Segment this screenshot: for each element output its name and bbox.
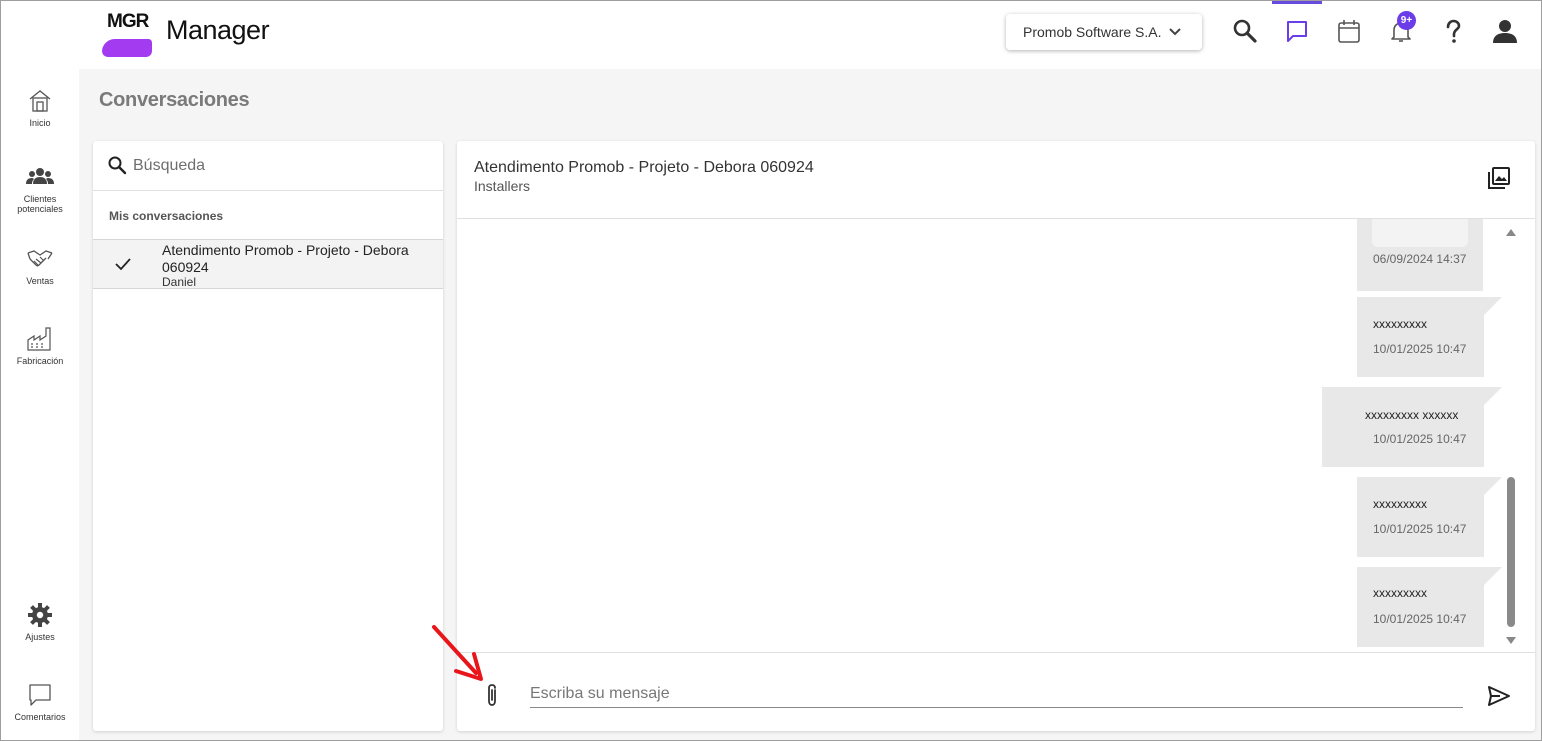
nav-label: Comentarios xyxy=(14,712,66,722)
message-time: 10/01/2025 10:47 xyxy=(1373,522,1467,536)
message-scrollbar[interactable] xyxy=(1503,225,1517,649)
message-text: xxxxxxxxx xxxxxx xyxy=(1365,408,1459,422)
nav-item-ajustes[interactable]: Ajustes xyxy=(1,601,79,642)
message-time: 10/01/2025 10:47 xyxy=(1373,432,1467,446)
scroll-thumb[interactable] xyxy=(1507,477,1515,627)
chat-subtitle: Installers xyxy=(474,178,531,194)
nav-label: Inicio xyxy=(29,118,51,128)
search-bar xyxy=(93,141,443,191)
home-icon xyxy=(1,87,79,115)
left-sidebar: Inicio Clientes potenciales Ventas Fabri… xyxy=(1,69,79,740)
calendar-icon[interactable] xyxy=(1335,17,1363,45)
app-window: MGR Manager Promob Software S.A. 9+ Inic… xyxy=(0,0,1542,741)
message-bubble: xxxxxxxxx xxxxxx 10/01/2025 10:47 xyxy=(1322,387,1502,467)
image-thumbnail[interactable] xyxy=(1372,219,1468,247)
logo-shape xyxy=(102,39,152,57)
chevron-down-icon xyxy=(1168,25,1182,42)
nav-label: Ajustes xyxy=(25,632,55,642)
nav-item-ventas[interactable]: Ventas xyxy=(1,245,79,286)
message-text: xxxxxxxxx xyxy=(1373,317,1427,331)
factory-icon xyxy=(1,325,79,353)
scroll-up-arrow[interactable] xyxy=(1506,229,1516,236)
conversation-subtitle: Daniel xyxy=(162,275,197,289)
send-icon[interactable] xyxy=(1487,685,1511,712)
annotation-arrow xyxy=(432,625,483,681)
search-input[interactable] xyxy=(133,153,423,179)
conversation-item[interactable]: Atendimento Promob - Projeto - Debora 06… xyxy=(93,239,443,289)
comment-icon xyxy=(1,681,79,709)
gear-icon xyxy=(1,601,79,629)
message-time: 10/01/2025 10:47 xyxy=(1373,342,1467,356)
chat-panel: Atendimento Promob - Projeto - Debora 06… xyxy=(457,141,1535,731)
nav-item-clientes[interactable]: Clientes potenciales xyxy=(1,163,79,214)
gallery-icon[interactable] xyxy=(1487,166,1511,195)
nav-label: Ventas xyxy=(26,276,54,286)
app-logo[interactable]: MGR xyxy=(102,7,152,57)
check-icon xyxy=(115,257,131,276)
app-name: Manager xyxy=(166,15,270,45)
nav-label: Clientes potenciales xyxy=(17,194,63,214)
top-bar: MGR Manager Promob Software S.A. 9+ xyxy=(1,1,1541,69)
user-icon[interactable] xyxy=(1491,17,1519,45)
search-icon[interactable] xyxy=(1231,17,1259,45)
message-bubble: xxxxxxxxx 10/01/2025 10:47 xyxy=(1357,477,1502,557)
message-input[interactable] xyxy=(530,680,1463,708)
scroll-down-arrow[interactable] xyxy=(1506,637,1516,644)
people-icon xyxy=(1,163,79,191)
conversation-title: Atendimento Promob - Projeto - Debora 06… xyxy=(162,242,409,275)
chat-title: Atendimento Promob - Projeto - Debora 06… xyxy=(474,159,814,176)
nav-item-comentarios[interactable]: Comentarios xyxy=(1,681,79,722)
chat-icon[interactable] xyxy=(1283,17,1311,45)
company-name: Promob Software S.A. xyxy=(1023,24,1162,40)
notification-badge: 9+ xyxy=(1397,11,1416,30)
help-icon[interactable] xyxy=(1439,17,1467,45)
message-time: 06/09/2024 14:37 xyxy=(1373,252,1467,266)
company-select[interactable]: Promob Software S.A. xyxy=(1006,14,1202,50)
conversation-list-panel: Mis conversaciones Atendimento Promob - … xyxy=(93,141,443,731)
message-bubble: xxxxxxxxx 10/01/2025 10:47 xyxy=(1357,567,1502,647)
message-composer xyxy=(457,652,1535,731)
search-icon xyxy=(107,155,127,180)
page-title: Conversaciones xyxy=(99,89,250,111)
section-label: Mis conversaciones xyxy=(109,209,224,223)
logo-text: MGR xyxy=(107,11,149,32)
message-bubble: xxxxxxxxx 10/01/2025 10:47 xyxy=(1357,297,1502,377)
active-tab-indicator xyxy=(1272,1,1322,4)
nav-item-fabricacion[interactable]: Fabricación xyxy=(1,325,79,366)
chat-header: Atendimento Promob - Projeto - Debora 06… xyxy=(457,141,1535,219)
handshake-icon xyxy=(1,245,79,273)
message-list: 06/09/2024 14:37 xxxxxxxxx 10/01/2025 10… xyxy=(457,219,1519,652)
message-bubble: 06/09/2024 14:37 xyxy=(1357,219,1483,291)
nav-item-inicio[interactable]: Inicio xyxy=(1,87,79,128)
nav-label: Fabricación xyxy=(16,356,64,366)
paperclip-icon[interactable] xyxy=(485,683,499,712)
message-text: xxxxxxxxx xyxy=(1373,497,1427,511)
message-time: 10/01/2025 10:47 xyxy=(1373,612,1467,626)
message-text: xxxxxxxxx xyxy=(1373,586,1427,600)
